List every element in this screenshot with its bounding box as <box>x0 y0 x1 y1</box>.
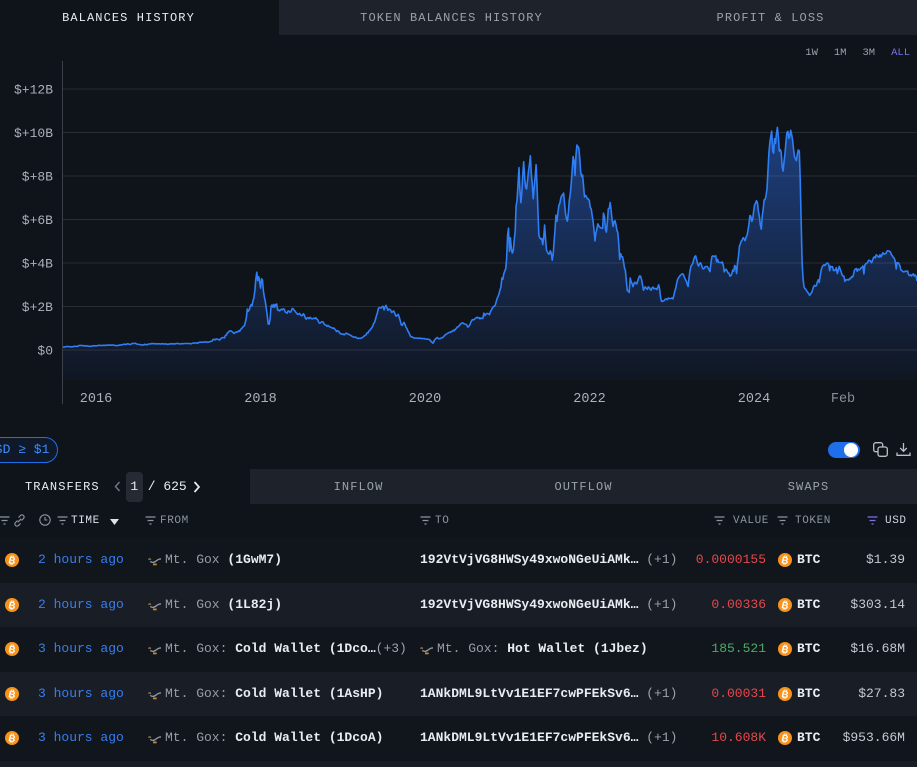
svg-text:2018: 2018 <box>244 392 276 407</box>
svg-text:2022: 2022 <box>573 392 605 407</box>
svg-text:$+8B: $+8B <box>22 170 53 185</box>
svg-text:$+4B: $+4B <box>22 257 53 272</box>
svg-text:$+10B: $+10B <box>14 126 53 141</box>
svg-text:2024: 2024 <box>738 392 770 407</box>
svg-text:2016: 2016 <box>80 392 112 407</box>
svg-text:$0: $0 <box>37 344 53 359</box>
svg-text:Feb: Feb <box>831 392 855 407</box>
svg-text:$+2B: $+2B <box>22 300 53 315</box>
svg-text:$+6B: $+6B <box>22 213 53 228</box>
svg-text:$+12B: $+12B <box>14 83 53 98</box>
svg-text:2020: 2020 <box>409 392 441 407</box>
